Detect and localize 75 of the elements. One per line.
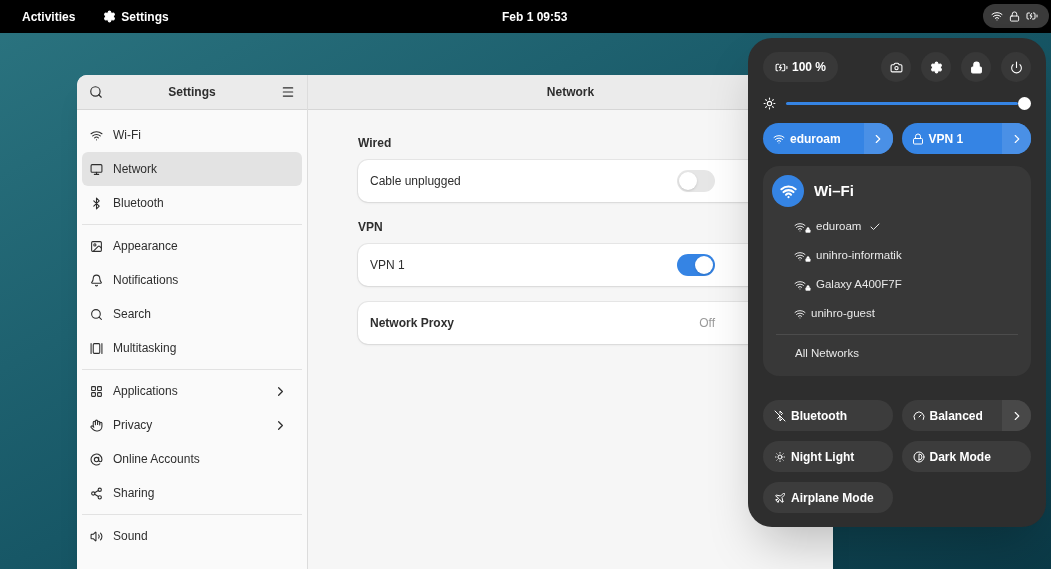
toggle-switch[interactable] xyxy=(677,170,715,192)
section-heading: VPN xyxy=(358,219,383,236)
speaker-icon xyxy=(90,529,103,543)
power-icon xyxy=(1009,60,1023,74)
columns-icon xyxy=(90,341,103,355)
clock[interactable]: Feb 1 09:53 xyxy=(502,7,568,26)
status-area[interactable] xyxy=(983,4,1049,28)
sidebar-item[interactable]: Bluetooth xyxy=(82,186,302,220)
camera-icon xyxy=(889,60,903,74)
access-point-row[interactable]: eduroam xyxy=(794,212,1022,241)
quick-toggle[interactable]: Bluetooth xyxy=(763,400,893,432)
sidebar-item[interactable]: Notifications xyxy=(82,263,302,297)
wifi-icon xyxy=(90,128,103,142)
search-icon xyxy=(90,307,103,321)
monitor-icon xyxy=(90,162,103,176)
access-point-row[interactable]: Galaxy A400F7F xyxy=(794,270,1022,299)
brightness-icon xyxy=(763,96,776,110)
search-icon[interactable] xyxy=(89,85,103,99)
activities-button[interactable]: Activities xyxy=(22,7,76,26)
row-label: VPN 1 xyxy=(370,257,405,274)
sidebar-item[interactable]: Wi-Fi xyxy=(82,118,302,152)
wifi-icon xyxy=(991,10,1003,22)
bluetooth-off-icon xyxy=(774,409,786,422)
settings-button[interactable] xyxy=(921,52,951,82)
sidebar-item[interactable]: Sharing xyxy=(82,476,302,510)
sidebar-item[interactable]: Privacy xyxy=(82,408,302,442)
quick-toggle[interactable]: Night Light xyxy=(763,441,893,473)
sidebar-item[interactable]: Search xyxy=(82,297,302,331)
bell-icon xyxy=(90,273,103,287)
row-value: Off xyxy=(699,315,715,332)
sun-icon xyxy=(774,450,786,463)
app-menu[interactable]: Settings xyxy=(121,7,169,26)
quick-toggle[interactable]: eduroam xyxy=(763,123,893,154)
sidebar-item[interactable]: Online Accounts xyxy=(82,442,302,476)
wifi-menu-title: Wi–Fi xyxy=(814,180,854,201)
lock-icon xyxy=(969,60,983,74)
bluetooth-icon xyxy=(90,196,103,210)
lock-icon xyxy=(1009,10,1020,22)
wifi-icon xyxy=(773,132,785,145)
quick-toggle[interactable]: Airplane Mode xyxy=(763,482,893,514)
grid-icon xyxy=(90,384,103,398)
row-label: Network Proxy xyxy=(370,315,455,332)
sidebar-item[interactable]: Network xyxy=(82,152,302,186)
section-heading: Wired xyxy=(358,135,392,152)
lock-icon xyxy=(911,132,924,145)
airplane-icon xyxy=(774,491,786,504)
sidebar-item[interactable]: Applications xyxy=(82,374,302,408)
page-title: Network xyxy=(546,84,595,101)
hand-icon xyxy=(90,418,103,432)
brightness-slider[interactable] xyxy=(786,96,1031,110)
half-circle-icon xyxy=(912,450,925,463)
quick-toggle[interactable]: VPN 1 xyxy=(901,123,1031,154)
share-icon xyxy=(90,486,103,500)
quick-toggle[interactable]: Dark Mode xyxy=(901,441,1031,473)
menu-icon[interactable] xyxy=(281,85,295,99)
sidebar-title: Settings xyxy=(168,84,216,101)
screenshot-button[interactable] xyxy=(881,52,911,82)
all-networks-item[interactable]: All Networks xyxy=(772,345,1022,363)
lock-button[interactable] xyxy=(961,52,991,82)
picture-icon xyxy=(90,239,103,253)
gauge-icon xyxy=(912,409,925,422)
toggle-switch[interactable] xyxy=(677,254,715,276)
quick-toggle[interactable]: Balanced xyxy=(901,400,1031,432)
row-label: Cable unplugged xyxy=(370,173,461,190)
sidebar-item[interactable]: Sound xyxy=(82,519,302,553)
gear-icon xyxy=(103,10,117,23)
power-button[interactable] xyxy=(1001,52,1031,82)
settings-icon xyxy=(929,60,943,74)
access-point-row[interactable]: unihro-informatik xyxy=(794,241,1022,270)
sidebar-item[interactable]: Appearance xyxy=(82,229,302,263)
at-sign-icon xyxy=(90,452,103,466)
sidebar-item[interactable]: Multitasking xyxy=(82,331,302,365)
battery-button[interactable]: 100 % xyxy=(763,52,839,82)
battery-icon xyxy=(1026,10,1038,22)
access-point-row[interactable]: unihro-guest xyxy=(794,299,1022,328)
